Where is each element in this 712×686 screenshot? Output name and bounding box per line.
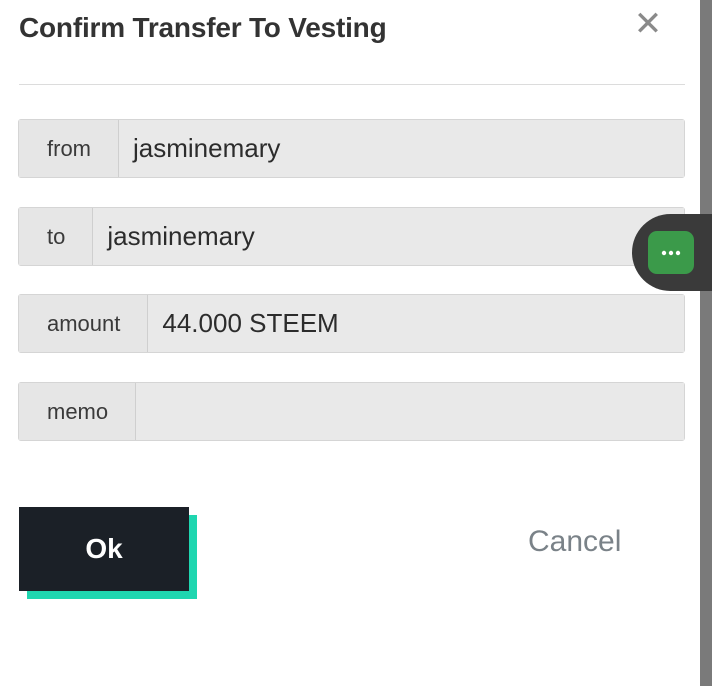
dialog-title: Confirm Transfer To Vesting <box>19 12 387 43</box>
ok-button-group: Ok <box>19 507 197 599</box>
to-value: jasminemary <box>93 208 684 265</box>
amount-field: amount 44.000 STEEM <box>18 294 685 353</box>
amount-label: amount <box>19 295 149 352</box>
close-icon[interactable]: ✕ <box>628 4 668 44</box>
memo-label: memo <box>19 383 137 440</box>
from-value: jasminemary <box>119 120 684 177</box>
from-label: from <box>19 120 119 177</box>
amount-value: 44.000 STEEM <box>148 295 684 352</box>
floating-action-button[interactable] <box>648 231 694 274</box>
ok-button[interactable]: Ok <box>19 507 189 591</box>
to-label: to <box>19 208 94 265</box>
floating-overlay <box>632 214 712 291</box>
memo-value <box>136 383 684 440</box>
from-field: from jasminemary <box>18 119 685 178</box>
header-divider <box>19 84 685 85</box>
page-edge <box>700 0 712 686</box>
memo-field: memo <box>18 382 685 441</box>
cancel-button[interactable]: Cancel <box>528 525 621 559</box>
more-dots-icon <box>661 250 681 255</box>
transfer-dialog: Confirm Transfer To Vesting ✕ from jasmi… <box>0 0 700 686</box>
to-field: to jasminemary <box>18 207 685 266</box>
